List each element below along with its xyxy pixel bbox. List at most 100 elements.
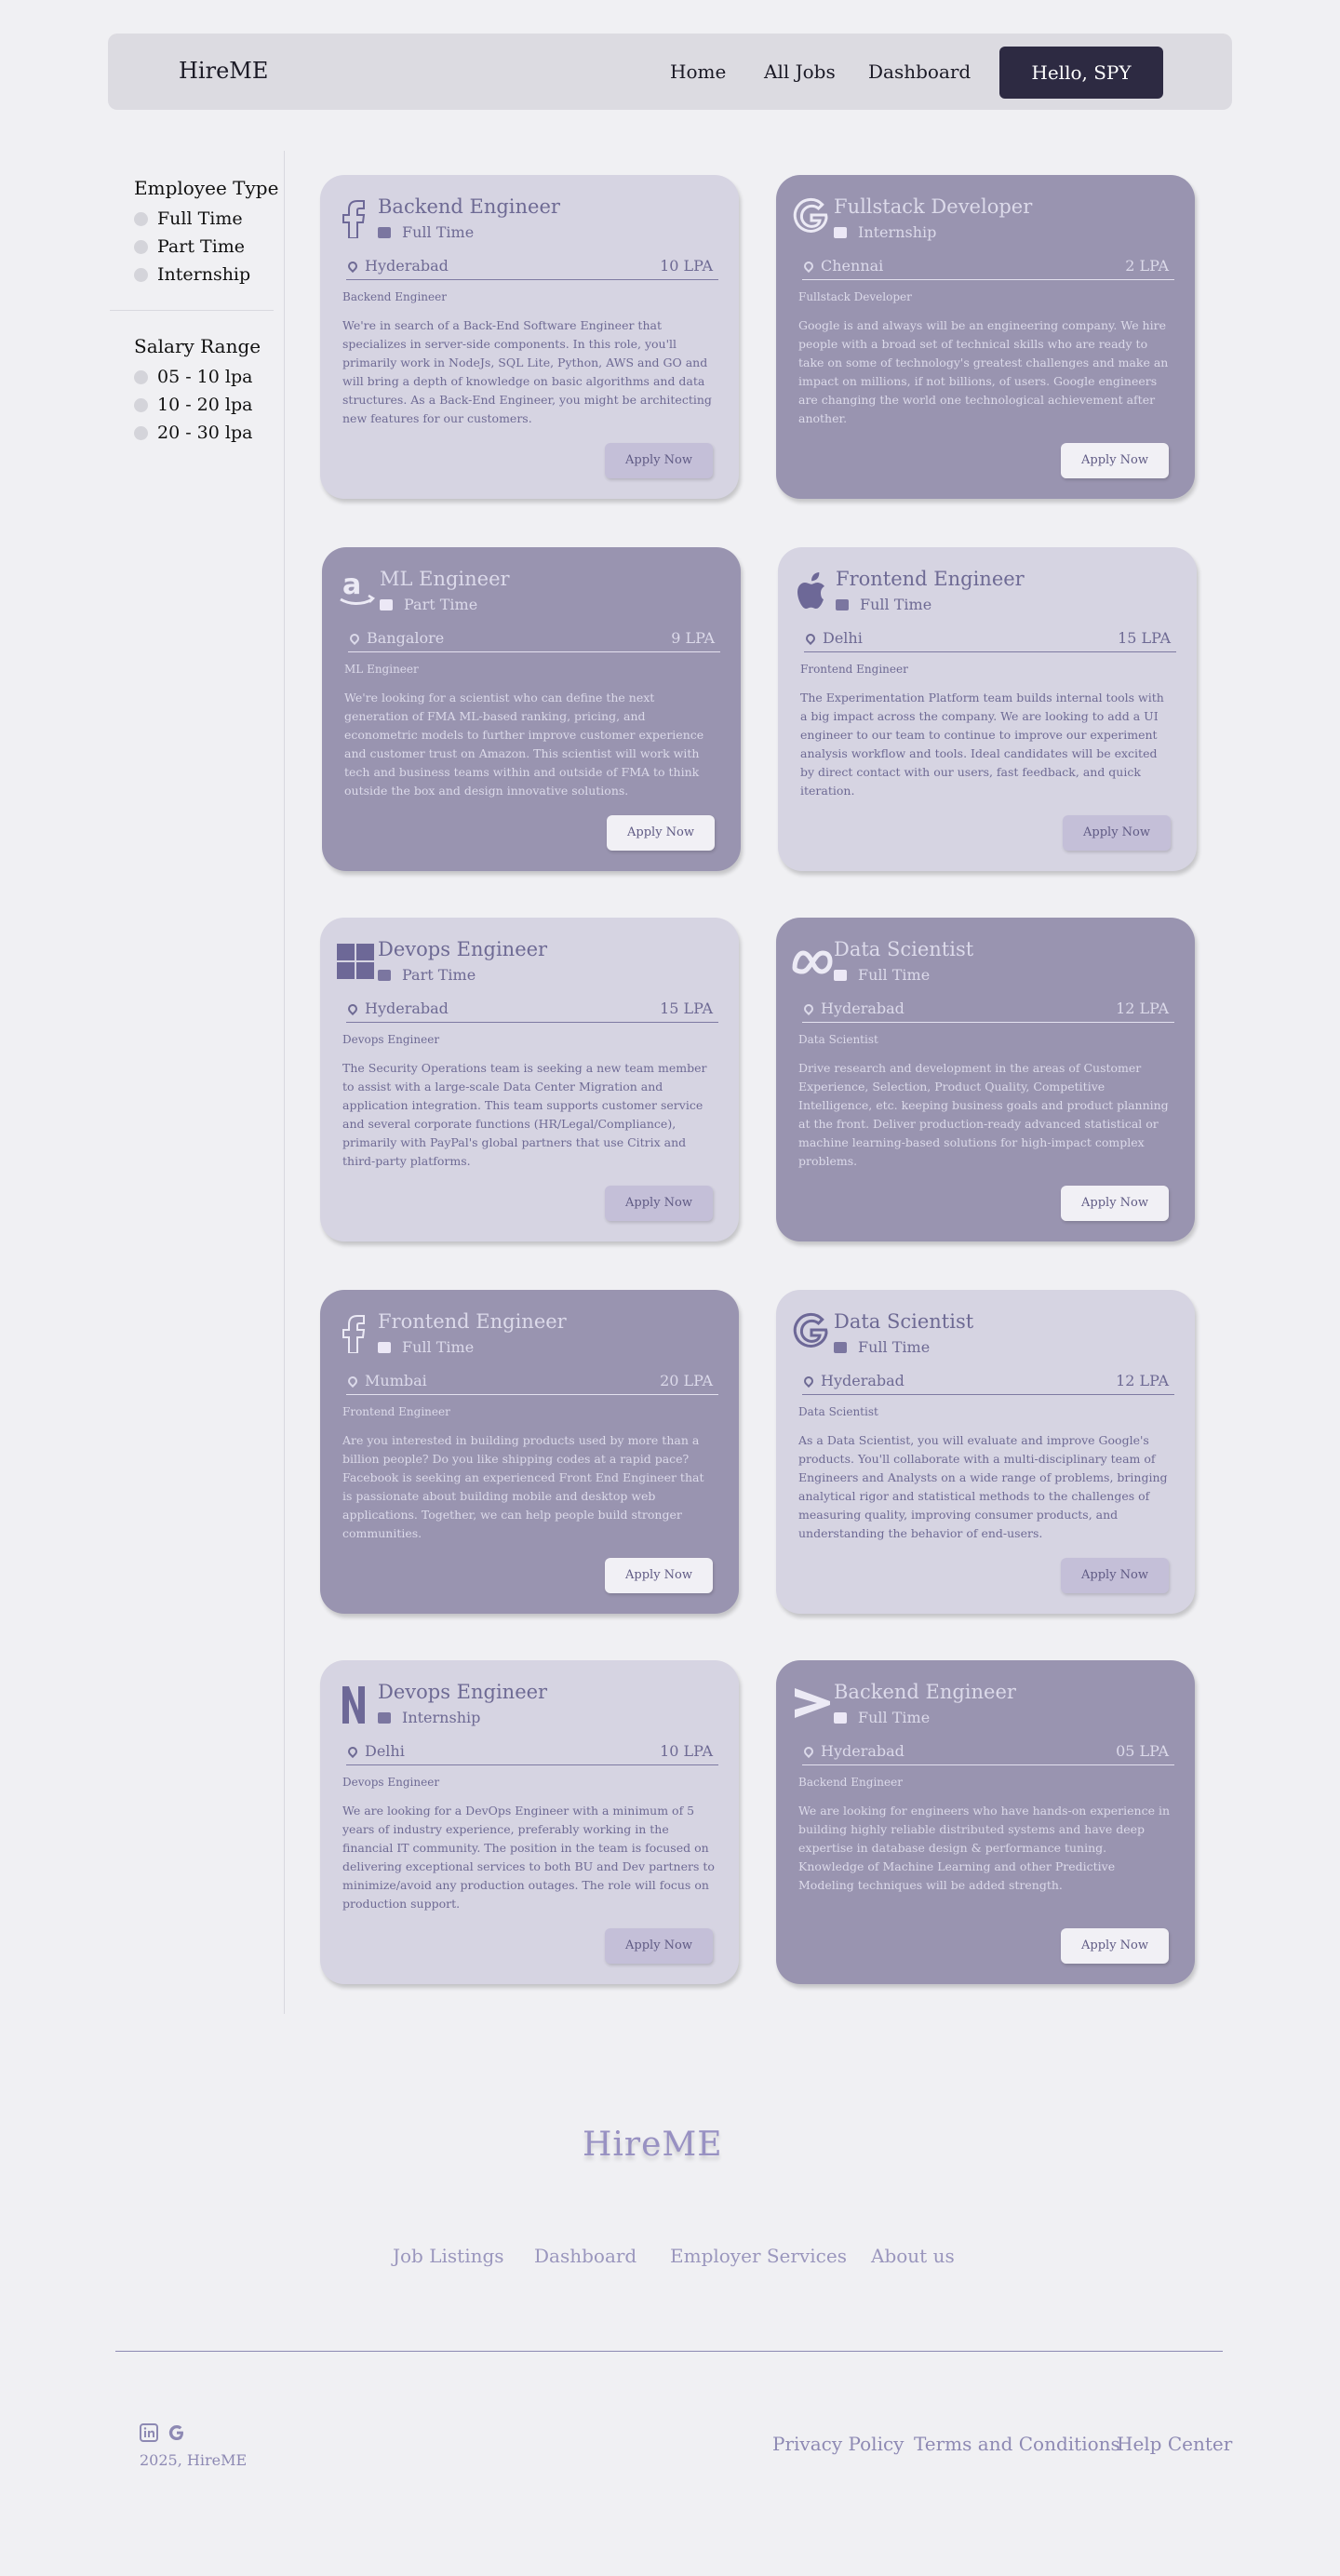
job-salary: 10 LPA <box>660 257 713 275</box>
footer-terms[interactable]: Terms and Conditions <box>914 2433 1120 2455</box>
footer-link-dashboard[interactable]: Dashboard <box>534 2245 636 2267</box>
footer-link-about-us[interactable]: About us <box>871 2245 955 2267</box>
job-subtitle: ML Engineer <box>344 663 419 676</box>
facebook-icon <box>335 197 372 239</box>
apply-now-button[interactable]: Apply Now <box>1061 1928 1169 1964</box>
filter-salary-5-10[interactable]: 05 - 10 lpa <box>134 367 252 387</box>
job-description: We're looking for a scientist who can de… <box>344 691 704 798</box>
radio-icon[interactable] <box>134 211 148 226</box>
location-pin-icon <box>345 1001 360 1015</box>
apply-now-button[interactable]: Apply Now <box>1063 815 1171 851</box>
google-icon[interactable] <box>168 2423 186 2442</box>
job-type: Internship <box>834 223 936 241</box>
card-divider <box>802 279 1174 280</box>
job-salary: 15 LPA <box>1118 629 1171 647</box>
amazon-icon: a <box>337 569 376 610</box>
radio-icon[interactable] <box>134 369 148 384</box>
location-pin-icon <box>801 1744 816 1758</box>
location-pin-icon <box>345 259 360 273</box>
apply-now-button[interactable]: Apply Now <box>1061 443 1169 478</box>
brand-logo[interactable]: HireME <box>179 58 268 84</box>
apply-now-button[interactable]: Apply Now <box>607 815 715 851</box>
footer-privacy-policy[interactable]: Privacy Policy <box>772 2433 904 2455</box>
facebook-icon <box>335 1312 372 1354</box>
footer-brand[interactable]: HireME <box>583 2126 723 2164</box>
job-card[interactable]: Fullstack Developer Internship Chennai 2… <box>776 175 1195 499</box>
linkedin-icon[interactable] <box>140 2423 158 2442</box>
job-salary: 9 LPA <box>671 629 715 647</box>
job-location: Hyderabad <box>345 1000 449 1017</box>
footer-link-employer-services[interactable]: Employer Services <box>670 2245 847 2267</box>
card-divider <box>348 651 720 652</box>
job-card[interactable]: Data Scientist Full Time Hyderabad 12 LP… <box>776 918 1195 1241</box>
nav-home[interactable]: Home <box>670 60 726 83</box>
user-greeting-button[interactable]: Hello, SPY <box>999 47 1163 99</box>
apply-now-button[interactable]: Apply Now <box>605 1928 713 1964</box>
job-location: Mumbai <box>345 1372 427 1389</box>
apply-now-button[interactable]: Apply Now <box>605 1558 713 1593</box>
filter-internship[interactable]: Internship <box>134 264 250 285</box>
job-subtitle: Devops Engineer <box>342 1033 440 1046</box>
copyright-text: 2025, HireME <box>140 2451 248 2469</box>
job-location: Hyderabad <box>345 257 449 275</box>
job-card[interactable]: Frontend Engineer Full Time Delhi 15 LPA… <box>778 547 1197 871</box>
radio-icon[interactable] <box>134 397 148 412</box>
radio-icon[interactable] <box>134 425 148 440</box>
job-salary: 20 LPA <box>660 1372 713 1389</box>
job-salary: 12 LPA <box>1116 1000 1169 1017</box>
job-title: Devops Engineer <box>378 938 548 960</box>
job-type: Full Time <box>836 596 931 613</box>
location-pin-icon <box>345 1374 360 1388</box>
prime-icon <box>791 1683 830 1724</box>
filter-salary-20-30[interactable]: 20 - 30 lpa <box>134 423 252 443</box>
filter-salary-10-20[interactable]: 10 - 20 lpa <box>134 395 252 415</box>
job-subtitle: Frontend Engineer <box>342 1405 450 1418</box>
card-divider <box>346 1764 718 1765</box>
apple-icon <box>793 570 830 610</box>
job-description: The Security Operations team is seeking … <box>342 1061 707 1168</box>
job-card[interactable]: Backend Engineer Full Time Hyderabad 05 … <box>776 1660 1195 1984</box>
apply-now-button[interactable]: Apply Now <box>605 443 713 478</box>
google-icon <box>791 197 828 238</box>
job-type: Part Time <box>380 596 477 613</box>
job-description: We're in search of a Back-End Software E… <box>342 318 712 425</box>
radio-icon[interactable] <box>134 267 148 282</box>
job-salary: 12 LPA <box>1116 1372 1169 1389</box>
nav-dashboard[interactable]: Dashboard <box>868 60 971 83</box>
job-card[interactable]: Devops Engineer Internship Delhi 10 LPA … <box>320 1660 739 1984</box>
apply-now-button[interactable]: Apply Now <box>1061 1186 1169 1221</box>
job-card[interactable]: Frontend Engineer Full Time Mumbai 20 LP… <box>320 1290 739 1614</box>
job-description: As a Data Scientist, you will evaluate a… <box>798 1433 1168 1540</box>
job-type: Part Time <box>378 966 476 984</box>
job-title: Backend Engineer <box>378 195 560 218</box>
filter-full-time[interactable]: Full Time <box>134 208 243 229</box>
job-location: Hyderabad <box>801 1000 904 1017</box>
footer-link-job-listings[interactable]: Job Listings <box>393 2245 504 2267</box>
job-location: Delhi <box>345 1742 405 1760</box>
briefcase-icon <box>834 1341 847 1353</box>
location-pin-icon <box>345 1744 360 1758</box>
filter-part-time[interactable]: Part Time <box>134 236 245 257</box>
svg-text:a: a <box>342 570 361 601</box>
job-description: The Experimentation Platform team builds… <box>800 691 1164 798</box>
apply-now-button[interactable]: Apply Now <box>605 1186 713 1221</box>
job-salary: 10 LPA <box>660 1742 713 1760</box>
briefcase-icon <box>378 1341 391 1353</box>
job-card[interactable]: a ML Engineer Part Time Bangalore 9 LPA … <box>322 547 741 871</box>
job-card[interactable]: Devops Engineer Part Time Hyderabad 15 L… <box>320 918 739 1241</box>
windows-icon <box>335 940 374 981</box>
job-card[interactable]: Backend Engineer Full Time Hyderabad 10 … <box>320 175 739 499</box>
apply-now-button[interactable]: Apply Now <box>1061 1558 1169 1593</box>
job-title: Fullstack Developer <box>834 195 1033 218</box>
location-pin-icon <box>347 631 362 645</box>
footer-help-center[interactable]: Help Center <box>1117 2433 1232 2455</box>
nav-all-jobs[interactable]: All Jobs <box>764 60 836 83</box>
briefcase-icon <box>834 969 847 981</box>
job-type: Full Time <box>834 1709 930 1726</box>
job-description: Are you interested in building products … <box>342 1433 704 1540</box>
radio-icon[interactable] <box>134 239 148 254</box>
job-location: Hyderabad <box>801 1372 904 1389</box>
job-salary: 15 LPA <box>660 1000 713 1017</box>
location-pin-icon <box>803 631 818 645</box>
job-card[interactable]: Data Scientist Full Time Hyderabad 12 LP… <box>776 1290 1195 1614</box>
